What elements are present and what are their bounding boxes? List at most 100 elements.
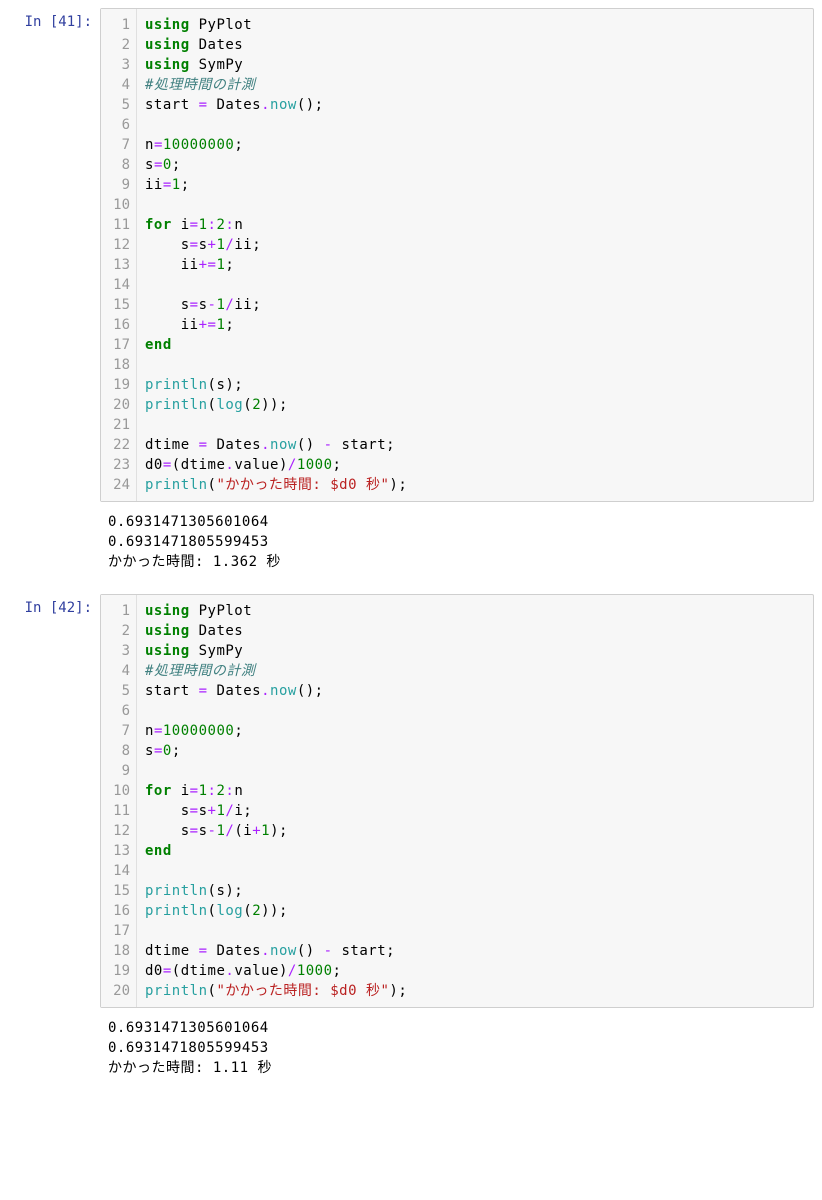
line-number: 9 <box>101 175 130 195</box>
code-token: i <box>172 217 190 233</box>
code-line[interactable]: start = Dates.now(); <box>145 681 805 701</box>
code-input-area[interactable]: 1234567891011121314151617181920using PyP… <box>100 594 814 1008</box>
code-line[interactable]: d0=(dtime.value)/1000; <box>145 455 805 475</box>
code-line[interactable] <box>145 921 805 941</box>
code-line[interactable] <box>145 355 805 375</box>
code-line[interactable]: dtime = Dates.now() - start; <box>145 435 805 455</box>
output-row: 0.69314713056010640.6931471805599453かかった… <box>0 508 822 576</box>
code-token: n <box>145 723 154 739</box>
code-line[interactable]: s=0; <box>145 741 805 761</box>
code-line[interactable] <box>145 115 805 135</box>
code-token: ii <box>145 177 163 193</box>
code-line[interactable]: using PyPlot <box>145 15 805 35</box>
code-token: ); <box>389 477 407 493</box>
code-token: - <box>324 437 333 453</box>
code-token: ii; <box>234 237 261 253</box>
code-token: )); <box>261 903 288 919</box>
code-token: (i <box>234 823 252 839</box>
code-content[interactable]: using PyPlotusing Datesusing SymPy#処理時間の… <box>137 595 813 1007</box>
code-line[interactable]: ii+=1; <box>145 315 805 335</box>
code-token: / <box>225 823 234 839</box>
code-line[interactable]: println("かかった時間: $d0 秒"); <box>145 981 805 1001</box>
code-line[interactable]: println(s); <box>145 881 805 901</box>
code-content[interactable]: using PyPlotusing Datesusing SymPy#処理時間の… <box>137 9 813 501</box>
code-line[interactable]: end <box>145 841 805 861</box>
line-number: 12 <box>101 235 130 255</box>
code-line[interactable]: using SymPy <box>145 55 805 75</box>
code-token: start <box>145 683 199 699</box>
code-line[interactable]: using Dates <box>145 35 805 55</box>
code-line[interactable]: for i=1:2:n <box>145 215 805 235</box>
code-line[interactable]: n=10000000; <box>145 721 805 741</box>
line-number: 15 <box>101 295 130 315</box>
code-token: s <box>199 237 208 253</box>
code-token: . <box>225 457 234 473</box>
code-line[interactable]: #処理時間の計測 <box>145 75 805 95</box>
code-token: Dates <box>190 623 244 639</box>
code-line[interactable]: println(log(2)); <box>145 901 805 921</box>
code-line[interactable] <box>145 275 805 295</box>
code-token: using <box>145 603 190 619</box>
code-token: i <box>172 783 190 799</box>
code-token: : <box>225 217 234 233</box>
code-token: println <box>145 377 208 393</box>
line-number: 8 <box>101 155 130 175</box>
code-line[interactable]: s=s-1/(i+1); <box>145 821 805 841</box>
code-line[interactable]: println(log(2)); <box>145 395 805 415</box>
code-token: = <box>154 157 163 173</box>
line-number: 16 <box>101 315 130 335</box>
code-token: ii; <box>234 297 261 313</box>
code-token: s <box>145 743 154 759</box>
code-line[interactable]: using Dates <box>145 621 805 641</box>
line-number: 13 <box>101 841 130 861</box>
line-number: 5 <box>101 681 130 701</box>
code-token: 2 <box>252 397 261 413</box>
code-token: ; <box>333 963 342 979</box>
code-line[interactable]: for i=1:2:n <box>145 781 805 801</box>
line-number: 23 <box>101 455 130 475</box>
line-number: 14 <box>101 861 130 881</box>
input-row: In [42]:1234567891011121314151617181920u… <box>0 594 822 1008</box>
code-line[interactable] <box>145 761 805 781</box>
code-token: PyPlot <box>190 17 253 33</box>
code-token: = <box>190 217 199 233</box>
code-token: ; <box>234 723 243 739</box>
line-number: 11 <box>101 215 130 235</box>
code-line[interactable]: s=s+1/i; <box>145 801 805 821</box>
code-line[interactable]: start = Dates.now(); <box>145 95 805 115</box>
code-line[interactable]: s=0; <box>145 155 805 175</box>
output-content: 0.69314713056010640.6931471805599453かかった… <box>100 1014 822 1082</box>
line-number: 21 <box>101 415 130 435</box>
code-line[interactable]: println(s); <box>145 375 805 395</box>
code-token: for <box>145 783 172 799</box>
code-token: ; <box>172 743 181 759</box>
code-token: println <box>145 477 208 493</box>
code-line[interactable]: d0=(dtime.value)/1000; <box>145 961 805 981</box>
code-line[interactable]: s=s+1/ii; <box>145 235 805 255</box>
code-line[interactable]: dtime = Dates.now() - start; <box>145 941 805 961</box>
code-line[interactable] <box>145 415 805 435</box>
code-line[interactable]: ii+=1; <box>145 255 805 275</box>
code-token: = <box>190 823 199 839</box>
code-token: / <box>288 963 297 979</box>
line-number: 4 <box>101 661 130 681</box>
code-token: 1 <box>261 823 270 839</box>
code-line[interactable]: #処理時間の計測 <box>145 661 805 681</box>
output-prompt <box>0 508 100 576</box>
code-line[interactable]: ii=1; <box>145 175 805 195</box>
code-line[interactable]: n=10000000; <box>145 135 805 155</box>
code-token: . <box>261 97 270 113</box>
code-line[interactable]: println("かかった時間: $d0 秒"); <box>145 475 805 495</box>
code-token: += <box>199 257 217 273</box>
code-line[interactable]: end <box>145 335 805 355</box>
code-input-area[interactable]: 123456789101112131415161718192021222324u… <box>100 8 814 502</box>
code-token: println <box>145 397 208 413</box>
code-line[interactable] <box>145 701 805 721</box>
code-token: = <box>154 743 163 759</box>
code-token: = <box>199 683 208 699</box>
code-line[interactable]: using SymPy <box>145 641 805 661</box>
code-line[interactable] <box>145 861 805 881</box>
code-line[interactable]: s=s-1/ii; <box>145 295 805 315</box>
code-line[interactable] <box>145 195 805 215</box>
code-line[interactable]: using PyPlot <box>145 601 805 621</box>
